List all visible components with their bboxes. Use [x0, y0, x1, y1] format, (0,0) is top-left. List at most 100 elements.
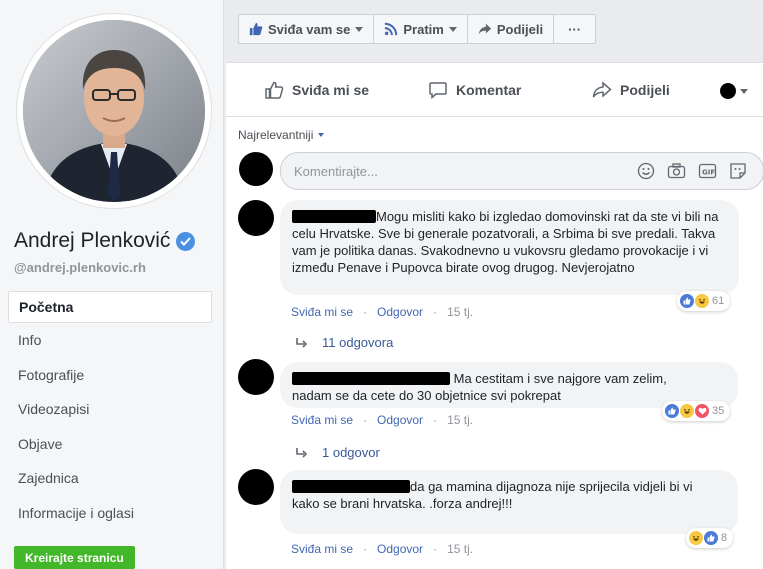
reaction-summary[interactable]: 8 — [686, 528, 734, 548]
like-page-button[interactable]: Sviđa vam se — [239, 15, 375, 43]
comment-like-link[interactable]: Sviđa mi se — [291, 305, 353, 319]
comment-timestamp[interactable]: 15 tj. — [447, 413, 473, 427]
share-arrow-icon — [478, 23, 491, 35]
comment-text: kako se brani hrvatska. .forza andrej!!! — [292, 496, 513, 511]
share-page-button[interactable]: Podijeli — [468, 15, 555, 43]
reaction-count: 8 — [721, 532, 728, 544]
chevron-down-icon — [448, 26, 457, 32]
comment-reply-link[interactable]: Odgovor — [377, 305, 423, 319]
avatar — [23, 20, 205, 202]
like-reaction-icon — [703, 530, 719, 546]
share-post-label: Podijeli — [620, 82, 670, 98]
post-as-selector[interactable] — [720, 83, 748, 99]
verified-badge-icon — [176, 231, 196, 251]
sidebar-item-objave[interactable]: Objave — [8, 427, 212, 462]
left-column: Andrej Plenković @andrej.plenkovic.rh Po… — [0, 0, 224, 569]
like-reaction-icon — [664, 403, 680, 419]
sticker-icon[interactable] — [729, 162, 747, 180]
view-replies-link[interactable]: 11 odgovora — [296, 335, 393, 350]
portrait-image — [23, 20, 205, 202]
sidebar-item-info[interactable]: Info — [8, 323, 212, 358]
like-post-label: Sviđa mi se — [292, 82, 370, 98]
comment-label: Komentar — [456, 82, 522, 98]
comment-meta: Sviđa mi se · Odgovor · 15 tj. — [291, 413, 474, 427]
page-handle[interactable]: @andrej.plenkovic.rh — [14, 260, 146, 275]
sidebar-nav: Početna Info Fotografije Videozapisi Obj… — [8, 291, 212, 530]
avatar — [720, 83, 736, 99]
more-dots-icon: ··· — [568, 21, 582, 37]
camera-icon[interactable] — [667, 162, 686, 180]
chevron-down-icon — [318, 133, 325, 137]
comment-reply-link[interactable]: Odgovor — [377, 413, 423, 427]
haha-reaction-icon — [688, 530, 704, 546]
reaction-count: 35 — [712, 405, 725, 417]
thumbs-up-icon — [249, 22, 263, 36]
avatar — [238, 469, 274, 505]
comment-bubble: Mogu misliti kako bi izgledao domovinski… — [280, 200, 739, 295]
comment-sort-dropdown[interactable]: Najrelevantniji — [238, 128, 325, 142]
redacted-author-name — [292, 372, 450, 385]
sidebar-item-zajednica[interactable]: Zajednica — [8, 461, 212, 496]
rss-icon — [385, 22, 398, 36]
avatar — [238, 359, 274, 395]
comment-like-link[interactable]: Sviđa mi se — [291, 542, 353, 556]
comment-text-line1: da ga mamina dijagnoza nije sprijecila v… — [410, 479, 693, 494]
replies-count: 11 odgovora — [322, 335, 394, 350]
reply-arrow-icon — [296, 337, 308, 348]
redacted-author-name — [292, 210, 376, 223]
avatar — [238, 200, 274, 236]
reply-arrow-icon — [296, 447, 308, 458]
like-page-label: Sviđa vam se — [268, 21, 351, 37]
page-name-text: Andrej Plenković — [14, 229, 171, 252]
chevron-down-icon — [355, 26, 364, 32]
page-action-bar: Sviđa vam se Pratim Podijeli ··· — [238, 14, 597, 44]
like-post-button[interactable]: Sviđa mi se — [264, 80, 369, 100]
thumbs-up-outline-icon — [265, 81, 284, 99]
comment-meta: Sviđa mi se · Odgovor · 15 tj. — [291, 305, 474, 319]
post-card: Sviđa mi se Komentar Podijeli Najrelevan… — [226, 62, 763, 569]
comment-like-link[interactable]: Sviđa mi se — [291, 413, 353, 427]
view-replies-link[interactable]: 1 odgovor — [296, 445, 380, 460]
emoji-icon[interactable] — [637, 162, 655, 180]
reaction-summary[interactable]: 61 — [677, 291, 731, 311]
share-post-button[interactable]: Podijeli — [592, 80, 670, 100]
haha-reaction-icon — [679, 403, 695, 419]
more-options-button[interactable]: ··· — [554, 15, 595, 43]
haha-reaction-icon — [694, 293, 710, 309]
comment-bubble-icon — [429, 82, 447, 100]
comment-timestamp[interactable]: 15 tj. — [447, 305, 473, 319]
comment-input-tools: GIF — [637, 162, 747, 180]
comment-text: nadam se da cete do 30 objetnice svi pok… — [292, 388, 561, 403]
comment-reply-link[interactable]: Odgovor — [377, 542, 423, 556]
share-page-label: Podijeli — [496, 21, 544, 37]
comment-text-line1: Mogu misliti kako bi izgledao domovinski… — [376, 209, 681, 224]
sidebar-item-videozapisi[interactable]: Videozapisi — [8, 392, 212, 427]
sidebar-item-fotografije[interactable]: Fotografije — [8, 358, 212, 393]
comment-button[interactable]: Komentar — [428, 80, 521, 100]
create-page-button[interactable]: Kreirajte stranicu — [14, 546, 135, 569]
replies-count: 1 odgovor — [322, 445, 380, 460]
redacted-author-name — [292, 480, 410, 493]
post-action-bar: Sviđa mi se Komentar Podijeli — [226, 63, 763, 117]
sidebar-item-pocetna[interactable]: Početna — [8, 291, 212, 323]
follow-label: Pratim — [403, 21, 444, 37]
chevron-down-icon — [740, 88, 748, 94]
avatar — [239, 152, 273, 186]
comment-meta: Sviđa mi se · Odgovor · 15 tj. — [291, 542, 474, 556]
reaction-summary[interactable]: 35 — [662, 401, 731, 421]
comment-timestamp[interactable]: 15 tj. — [447, 542, 473, 556]
comment-input[interactable]: Komentirajte... GIF — [280, 152, 763, 190]
comment-input-placeholder: Komentirajte... — [294, 164, 378, 179]
svg-text:GIF: GIF — [702, 169, 715, 177]
profile-picture-frame[interactable] — [16, 13, 212, 209]
like-reaction-icon — [679, 293, 695, 309]
reaction-count: 61 — [712, 295, 725, 307]
comment-bubble: da ga mamina dijagnoza nije sprijecila v… — [280, 470, 738, 534]
sort-label: Najrelevantniji — [238, 128, 314, 142]
gif-icon[interactable]: GIF — [698, 162, 717, 180]
share-outline-icon — [592, 81, 612, 98]
love-reaction-icon — [694, 403, 710, 419]
sidebar-item-informacije[interactable]: Informacije i oglasi — [8, 496, 212, 531]
follow-button[interactable]: Pratim — [374, 15, 468, 43]
page-title: Andrej Plenković — [14, 229, 196, 253]
